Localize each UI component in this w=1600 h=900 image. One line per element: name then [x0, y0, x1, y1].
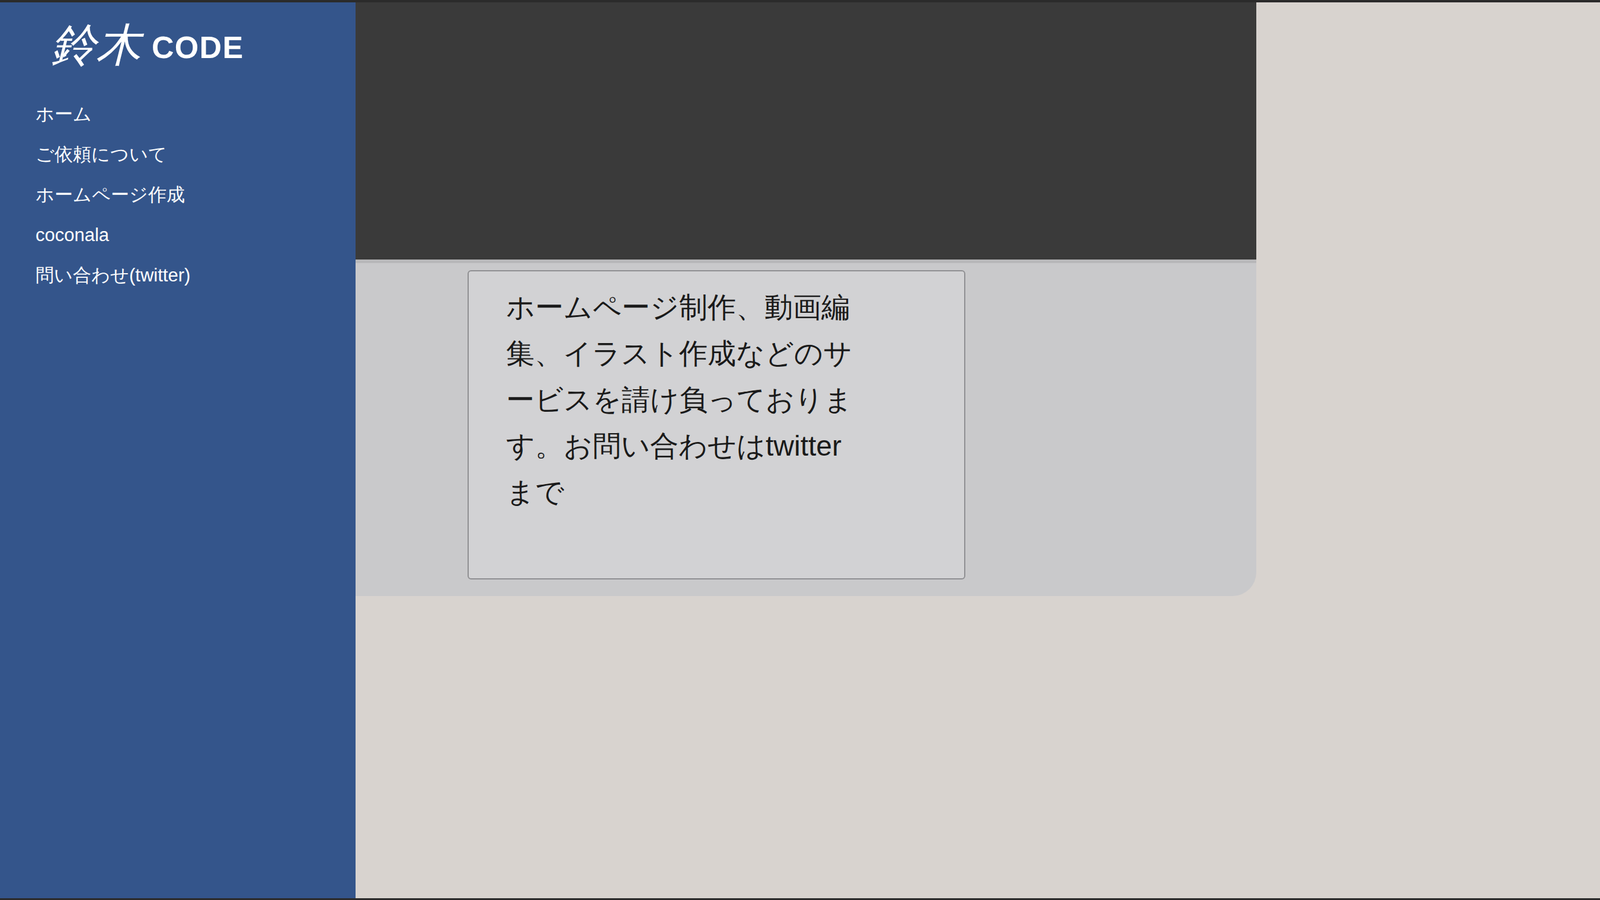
hero-photo: ホームページ制作、動画編集、イラスト作成などのサービスを請け負っております。お問…	[355, 2, 1600, 899]
page: 鈴木 CODE ホームご依頼についてホームページ作成 coconala 問い合わせ(…	[0, 2, 1600, 899]
laptop: ホームページ制作、動画編集、イラスト作成などのサービスを請け負っております。お問…	[355, 2, 1257, 597]
sidebar-item[interactable]: coconala	[35, 222, 356, 248]
hero-text: ホームページ制作、動画編集、イラスト作成などのサービスを請け負っております。お問…	[506, 284, 856, 516]
hero-box: ホームページ制作、動画編集、イラスト作成などのサービスを請け負っております。お問…	[467, 270, 966, 580]
sidebar-item[interactable]: ホーム	[35, 101, 356, 127]
keyboard	[355, 2, 1257, 264]
logo-text: CODE	[151, 32, 244, 68]
sidebar-item[interactable]: ホームページ作成	[35, 182, 356, 208]
logo[interactable]: 鈴木 CODE	[0, 2, 356, 68]
sidebar-nav: ホームご依頼についてホームページ作成 coconala 問い合わせ(twitter)	[0, 67, 356, 288]
sidebar-item[interactable]: ご依頼について	[35, 142, 356, 168]
sidebar-item[interactable]: 問い合わせ(twitter)	[35, 263, 356, 288]
logo-kanji: 鈴木	[50, 22, 142, 68]
sidebar: 鈴木 CODE ホームご依頼についてホームページ作成 coconala 問い合わせ(…	[0, 2, 356, 899]
